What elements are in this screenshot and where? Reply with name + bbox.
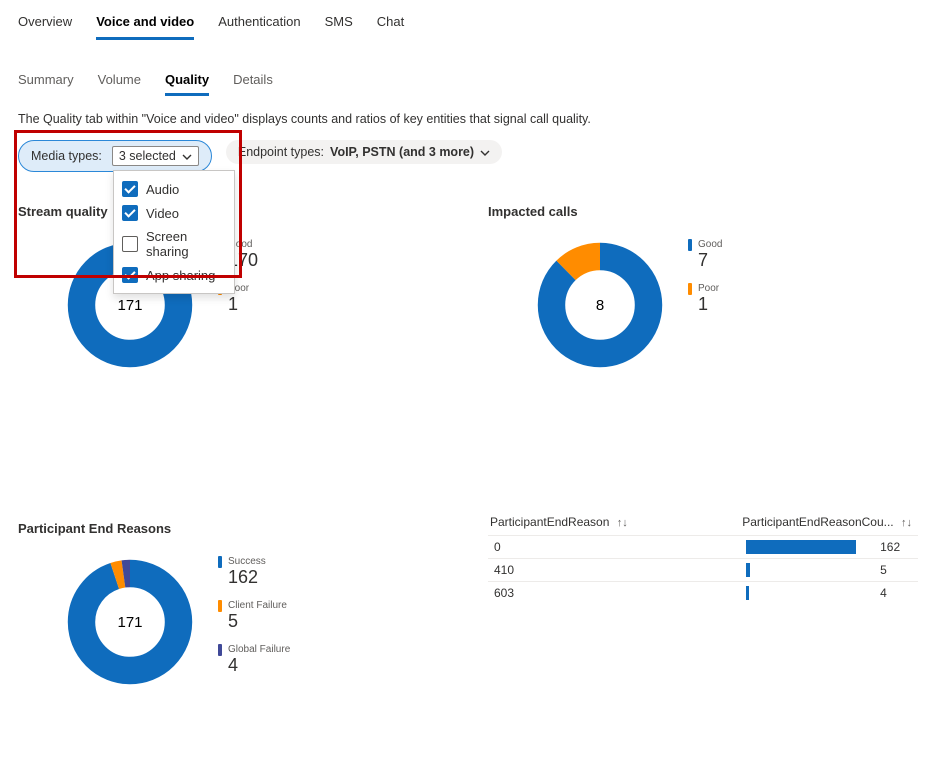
cell-bar xyxy=(740,536,874,559)
cell-reason: 0 xyxy=(488,536,740,559)
participant-end-reasons-card: Participant End Reasons 171 Success162 Cl… xyxy=(18,489,448,687)
cell-reason: 410 xyxy=(488,559,740,582)
table-row[interactable]: 410 5 xyxy=(488,559,918,582)
chevron-down-icon xyxy=(480,147,490,157)
media-option-app-sharing[interactable]: App sharing xyxy=(122,263,226,287)
media-option-video[interactable]: Video xyxy=(122,201,226,225)
media-option-label: Video xyxy=(146,206,179,221)
media-types-filter[interactable]: Media types: 3 selected xyxy=(18,140,212,172)
media-types-dropdown: Audio Video Screen sharing App sharing xyxy=(113,170,235,294)
legend-item: Poor1 xyxy=(688,283,722,315)
impacted-calls-legend: Good7 Poor1 xyxy=(688,239,722,327)
quality-description: The Quality tab within "Voice and video"… xyxy=(18,112,918,126)
legend-value: 7 xyxy=(698,251,722,271)
sort-icon: ↑↓ xyxy=(901,517,912,529)
cell-bar xyxy=(740,559,874,582)
checkbox-icon xyxy=(122,236,138,252)
legend-color-tick xyxy=(218,644,222,656)
impacted-calls-total: 8 xyxy=(536,241,664,369)
media-option-audio[interactable]: Audio xyxy=(122,177,226,201)
checkbox-icon xyxy=(122,267,138,283)
participant-end-reasons-title: Participant End Reasons xyxy=(18,521,448,536)
cell-count: 4 xyxy=(874,582,918,605)
legend-item: Client Failure5 xyxy=(218,600,290,632)
nav-tab-voice-and-video[interactable]: Voice and video xyxy=(96,10,194,40)
legend-label: Success xyxy=(228,557,266,567)
endpoint-types-filter[interactable]: Endpoint types: VoIP, PSTN (and 3 more) xyxy=(226,140,502,164)
media-types-selectbox[interactable]: 3 selected xyxy=(112,146,199,166)
legend-value: 1 xyxy=(228,295,258,315)
legend-label: Global Failure xyxy=(228,645,290,655)
nav-tab-authentication[interactable]: Authentication xyxy=(218,10,300,40)
legend-color-tick xyxy=(688,239,692,251)
primary-nav: Overview Voice and video Authentication SMS… xyxy=(18,10,918,40)
participant-end-reasons-legend: Success162 Client Failure5 Global Failure4 xyxy=(218,556,290,687)
endpoint-types-value: VoIP, PSTN (and 3 more) xyxy=(330,145,474,159)
legend-value: 1 xyxy=(698,295,722,315)
nav-tab-chat[interactable]: Chat xyxy=(377,10,404,40)
endpoint-types-label: Endpoint types: xyxy=(238,145,324,159)
legend-item: Global Failure4 xyxy=(218,644,290,676)
participant-end-reasons-total: 171 xyxy=(66,558,194,686)
table-row[interactable]: 0 162 xyxy=(488,536,918,559)
media-option-label: Screen sharing xyxy=(146,229,226,259)
impacted-calls-donut[interactable]: 8 xyxy=(536,241,664,369)
participant-end-reasons-donut[interactable]: 171 xyxy=(66,558,194,686)
table-header-count[interactable]: ParticipantEndReasonCou... ↑↓ xyxy=(740,511,918,536)
legend-value: 5 xyxy=(228,612,290,632)
media-option-label: Audio xyxy=(146,182,179,197)
secondary-nav: Summary Volume Quality Details xyxy=(18,68,918,96)
subnav-tab-volume[interactable]: Volume xyxy=(98,68,141,96)
media-option-screen-sharing[interactable]: Screen sharing xyxy=(122,225,226,263)
table-header-reason[interactable]: ParticipantEndReason ↑↓ xyxy=(488,511,740,536)
subnav-tab-quality[interactable]: Quality xyxy=(165,68,209,96)
media-types-selected: 3 selected xyxy=(119,149,176,163)
chevron-down-icon xyxy=(182,151,192,161)
legend-label: Client Failure xyxy=(228,601,287,611)
end-reason-table-card: ParticipantEndReason ↑↓ ParticipantEndRe… xyxy=(488,511,918,687)
legend-color-tick xyxy=(688,283,692,295)
legend-value: 162 xyxy=(228,568,290,588)
legend-color-tick xyxy=(218,556,222,568)
legend-color-tick xyxy=(218,600,222,612)
table-row[interactable]: 603 4 xyxy=(488,582,918,605)
sort-icon: ↑↓ xyxy=(617,517,628,529)
legend-item: Good7 xyxy=(688,239,722,271)
media-types-label: Media types: xyxy=(31,149,102,163)
cell-reason: 603 xyxy=(488,582,740,605)
impacted-calls-title: Impacted calls xyxy=(488,204,918,219)
cell-count: 162 xyxy=(874,536,918,559)
legend-item: Success162 xyxy=(218,556,290,588)
legend-label: Good xyxy=(698,240,722,250)
checkbox-icon xyxy=(122,205,138,221)
checkbox-icon xyxy=(122,181,138,197)
end-reason-table: ParticipantEndReason ↑↓ ParticipantEndRe… xyxy=(488,511,918,604)
impacted-calls-card: Impacted calls 8 Good7 Poor1 xyxy=(488,172,918,369)
legend-label: Poor xyxy=(698,284,719,294)
nav-tab-sms[interactable]: SMS xyxy=(325,10,353,40)
subnav-tab-details[interactable]: Details xyxy=(233,68,273,96)
subnav-tab-summary[interactable]: Summary xyxy=(18,68,74,96)
nav-tab-overview[interactable]: Overview xyxy=(18,10,72,40)
media-option-label: App sharing xyxy=(146,268,215,283)
cell-count: 5 xyxy=(874,559,918,582)
cell-bar xyxy=(740,582,874,605)
filter-row: Media types: 3 selected AudioVideoScreen… xyxy=(18,140,918,172)
legend-value: 4 xyxy=(228,656,290,676)
